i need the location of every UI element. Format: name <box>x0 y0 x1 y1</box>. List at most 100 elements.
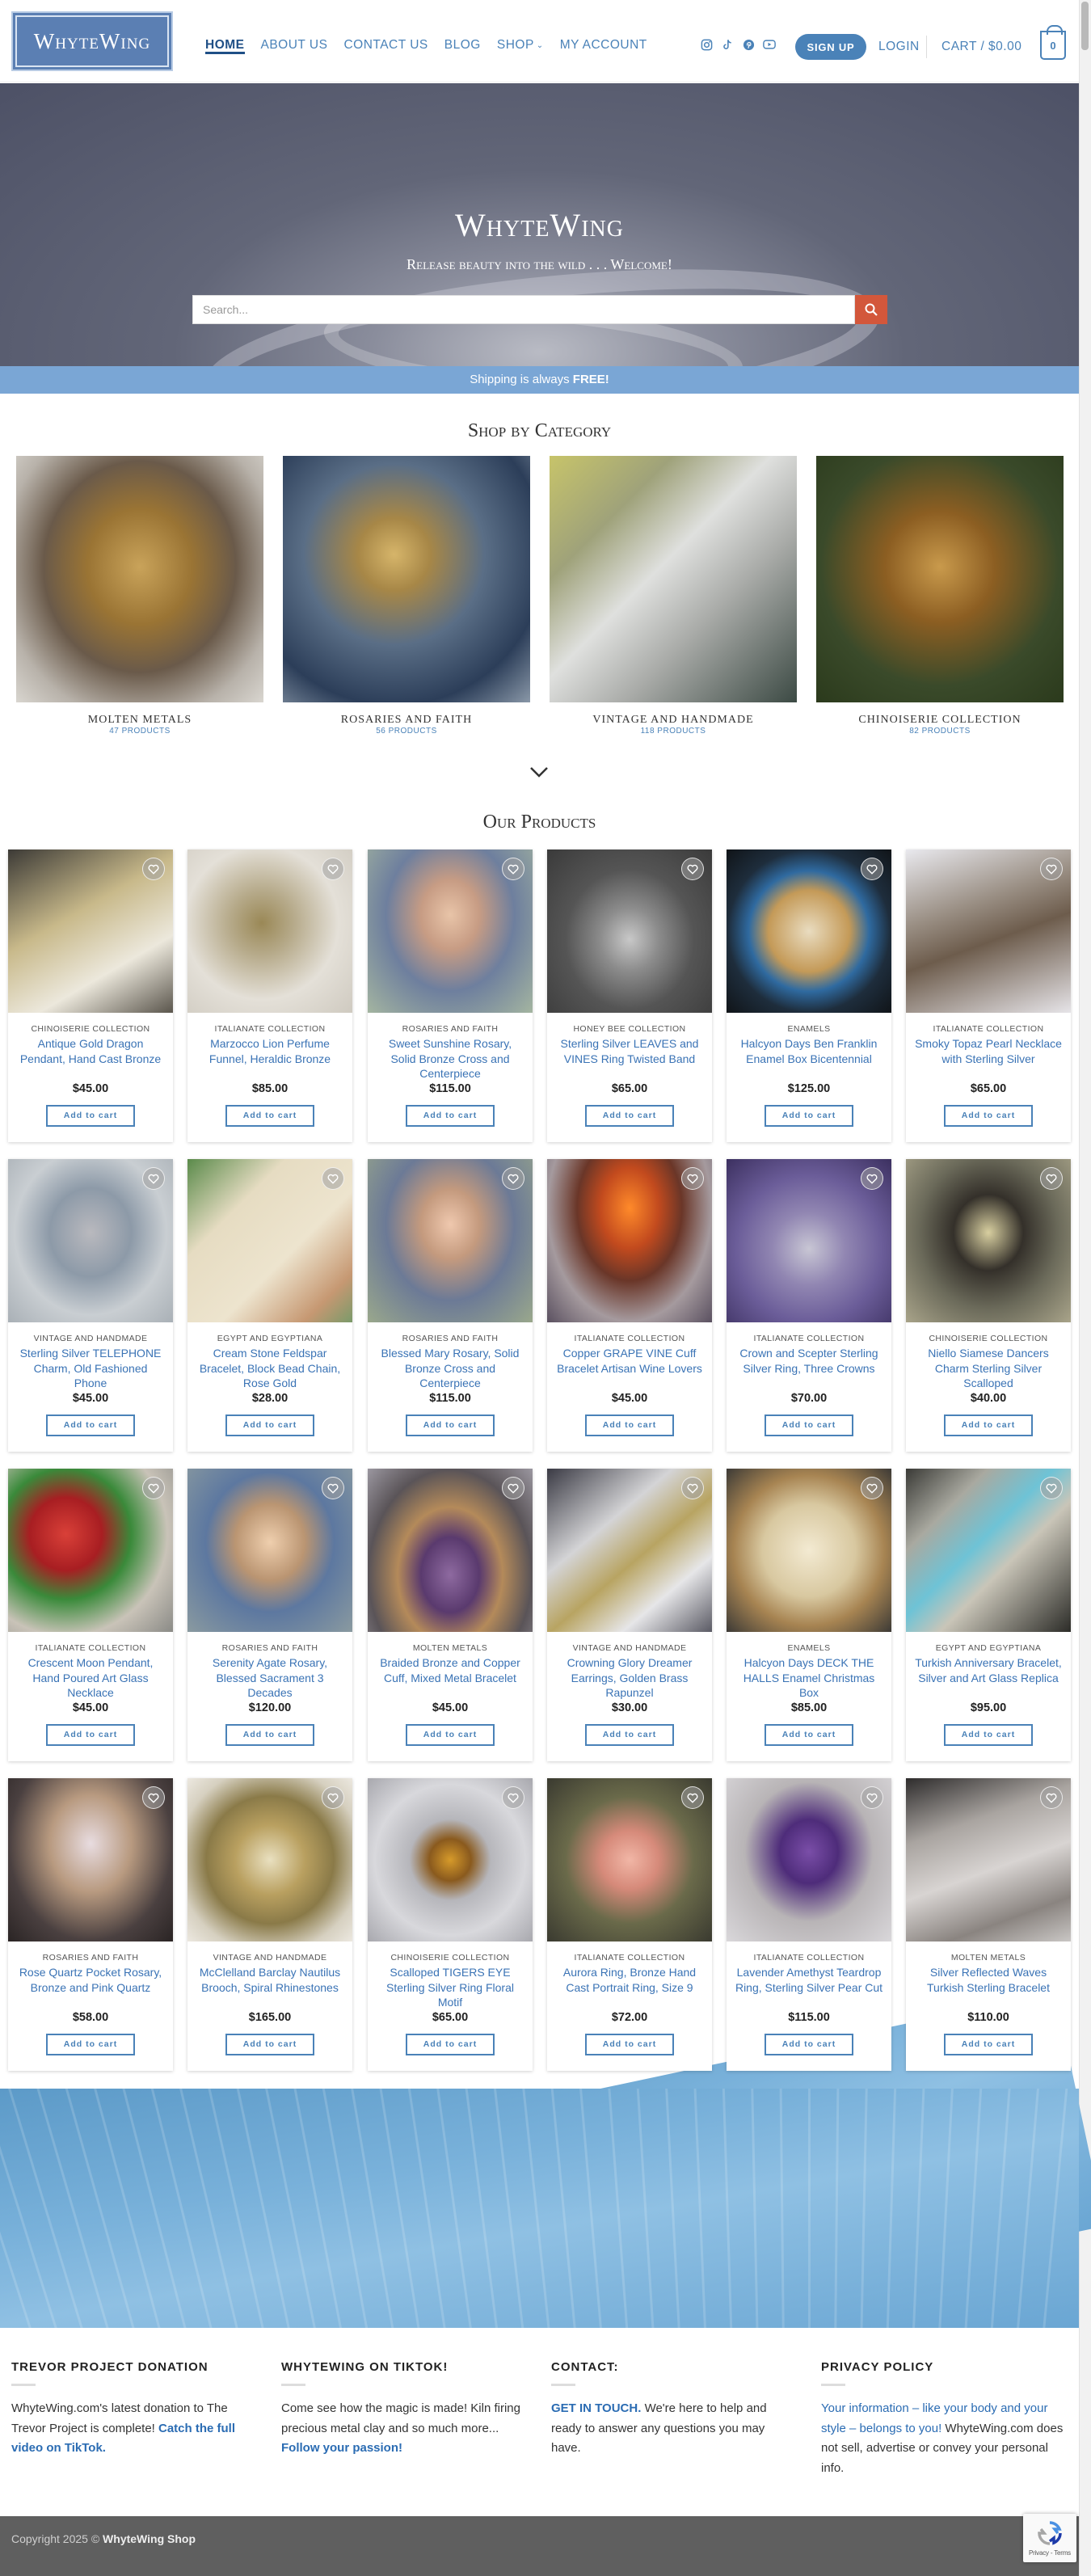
product-image[interactable] <box>727 1469 891 1632</box>
product-category[interactable]: Enamels <box>727 1024 891 1034</box>
product-name-link[interactable]: Aurora Ring, Bronze Hand Cast Portrait R… <box>555 1965 704 2010</box>
product-image[interactable] <box>8 850 173 1013</box>
product-name-link[interactable]: Lavender Amethyst Teardrop Ring, Sterlin… <box>735 1965 883 2010</box>
product-category[interactable]: Molten Metals <box>368 1643 533 1653</box>
category-image[interactable] <box>283 456 530 702</box>
nav-shop[interactable]: Shop ⌄ <box>497 38 544 54</box>
wishlist-heart-icon[interactable] <box>681 1477 704 1499</box>
product-image[interactable] <box>727 850 891 1013</box>
copyright-brand-link[interactable]: WhyteWing Shop <box>103 2532 196 2545</box>
add-to-cart-button[interactable]: Add to cart <box>46 1724 135 1746</box>
cart-link[interactable]: Cart / $0.00 <box>941 40 1021 54</box>
product-image[interactable] <box>187 850 352 1013</box>
wishlist-heart-icon[interactable] <box>322 858 344 880</box>
product-image[interactable] <box>547 1469 712 1632</box>
add-to-cart-button[interactable]: Add to cart <box>944 1724 1033 1746</box>
tiktok-icon[interactable] <box>721 38 734 51</box>
wishlist-heart-icon[interactable] <box>681 1167 704 1190</box>
product-card[interactable]: Vintage and Handmade McClelland Barclay N… <box>187 1778 352 2071</box>
product-image[interactable] <box>8 1469 173 1632</box>
category-card[interactable]: Chinoiserie Collection 82 Products <box>816 456 1064 736</box>
product-image[interactable] <box>906 1778 1071 1941</box>
product-image[interactable] <box>368 1159 533 1322</box>
product-category[interactable]: Chinoiserie Collection <box>8 1024 173 1034</box>
add-to-cart-button[interactable]: Add to cart <box>406 2034 495 2055</box>
product-name-link[interactable]: Halcyon Days Ben Franklin Enamel Box Bic… <box>735 1036 883 1081</box>
product-card[interactable]: Italianate Collection Smoky Topaz Pearl N… <box>906 850 1071 1142</box>
add-to-cart-button[interactable]: Add to cart <box>225 1724 314 1746</box>
product-name-link[interactable]: Smoky Topaz Pearl Necklace with Sterling… <box>914 1036 1063 1081</box>
login-link[interactable]: Login <box>878 40 920 54</box>
category-image[interactable] <box>16 456 263 702</box>
product-card[interactable]: Italianate Collection Marzocco Lion Perfu… <box>187 850 352 1142</box>
product-name-link[interactable]: Halcyon Days DECK THE HALLS Enamel Chris… <box>735 1655 883 1701</box>
category-card[interactable]: Vintage and Handmade 118 Products <box>550 456 797 736</box>
product-category[interactable]: Vintage and Handmade <box>8 1334 173 1343</box>
wishlist-heart-icon[interactable] <box>502 858 524 880</box>
product-card[interactable]: Italianate Collection Crescent Moon Penda… <box>8 1469 173 1761</box>
wishlist-heart-icon[interactable] <box>502 1786 524 1809</box>
product-image[interactable] <box>906 850 1071 1013</box>
product-category[interactable]: Italianate Collection <box>727 1953 891 1963</box>
nav-home[interactable]: Home <box>205 38 245 54</box>
add-to-cart-button[interactable]: Add to cart <box>585 1105 674 1127</box>
product-category[interactable]: Italianate Collection <box>547 1334 712 1343</box>
product-category[interactable]: Italianate Collection <box>547 1953 712 1963</box>
product-name-link[interactable]: Copper GRAPE VINE Cuff Bracelet Artisan … <box>555 1346 704 1391</box>
wishlist-heart-icon[interactable] <box>861 1786 883 1809</box>
product-image[interactable] <box>547 1778 712 1941</box>
product-image[interactable] <box>368 1469 533 1632</box>
wishlist-heart-icon[interactable] <box>861 858 883 880</box>
product-name-link[interactable]: Turkish Anniversary Bracelet, Silver and… <box>914 1655 1063 1701</box>
chevron-down-icon[interactable] <box>527 760 551 784</box>
product-image[interactable] <box>906 1469 1071 1632</box>
product-image[interactable] <box>187 1159 352 1322</box>
product-category[interactable]: Italianate Collection <box>8 1643 173 1653</box>
add-to-cart-button[interactable]: Add to cart <box>406 1414 495 1436</box>
wishlist-heart-icon[interactable] <box>502 1167 524 1190</box>
wishlist-heart-icon[interactable] <box>142 1477 165 1499</box>
category-card[interactable]: Molten Metals 47 Products <box>16 456 263 736</box>
nav-about-us[interactable]: About Us <box>261 38 328 54</box>
product-category[interactable]: Vintage and Handmade <box>547 1643 712 1653</box>
product-image[interactable] <box>8 1159 173 1322</box>
wishlist-heart-icon[interactable] <box>861 1477 883 1499</box>
product-image[interactable] <box>368 850 533 1013</box>
product-category[interactable]: Egypt and Egyptiana <box>187 1334 352 1343</box>
product-card[interactable]: Molten Metals Silver Reflected Waves Turk… <box>906 1778 1071 2071</box>
add-to-cart-button[interactable]: Add to cart <box>585 1724 674 1746</box>
product-category[interactable]: Chinoiserie Collection <box>368 1953 533 1963</box>
product-card[interactable]: Honey Bee Collection Sterling Silver LEAV… <box>547 850 712 1142</box>
product-category[interactable]: Rosaries and Faith <box>368 1024 533 1034</box>
product-card[interactable]: Italianate Collection Crown and Scepter S… <box>727 1159 891 1452</box>
product-category[interactable]: Egypt and Egyptiana <box>906 1643 1071 1653</box>
wishlist-heart-icon[interactable] <box>861 1167 883 1190</box>
product-name-link[interactable]: Crown and Scepter Sterling Silver Ring, … <box>735 1346 883 1391</box>
product-card[interactable]: Vintage and Handmade Crowning Glory Dream… <box>547 1469 712 1761</box>
product-category[interactable]: Rosaries and Faith <box>187 1643 352 1653</box>
product-card[interactable]: Vintage and Handmade Sterling Silver TELE… <box>8 1159 173 1452</box>
product-image[interactable] <box>8 1778 173 1941</box>
wishlist-heart-icon[interactable] <box>322 1167 344 1190</box>
pinterest-icon[interactable] <box>742 38 755 51</box>
add-to-cart-button[interactable]: Add to cart <box>225 1414 314 1436</box>
wishlist-heart-icon[interactable] <box>322 1477 344 1499</box>
add-to-cart-button[interactable]: Add to cart <box>585 2034 674 2055</box>
product-image[interactable] <box>547 1159 712 1322</box>
footer-link[interactable]: Follow your passion! <box>281 2441 402 2455</box>
product-name-link[interactable]: Silver Reflected Waves Turkish Sterling … <box>914 1965 1063 2010</box>
youtube-icon[interactable] <box>763 38 776 51</box>
product-card[interactable]: Italianate Collection Aurora Ring, Bronze… <box>547 1778 712 2071</box>
wishlist-heart-icon[interactable] <box>1040 1477 1063 1499</box>
category-card[interactable]: Rosaries and Faith 56 Products <box>283 456 530 736</box>
add-to-cart-button[interactable]: Add to cart <box>46 2034 135 2055</box>
product-name-link[interactable]: Serenity Agate Rosary, Blessed Sacrament… <box>196 1655 344 1701</box>
nav-my-account[interactable]: My Account <box>560 38 647 54</box>
product-name-link[interactable]: Braided Bronze and Copper Cuff, Mixed Me… <box>376 1655 524 1701</box>
product-name-link[interactable]: Sterling Silver TELEPHONE Charm, Old Fas… <box>16 1346 165 1391</box>
product-name-link[interactable]: Rose Quartz Pocket Rosary, Bronze and Pi… <box>16 1965 165 2010</box>
add-to-cart-button[interactable]: Add to cart <box>765 1724 853 1746</box>
product-category[interactable]: Italianate Collection <box>906 1024 1071 1034</box>
add-to-cart-button[interactable]: Add to cart <box>225 2034 314 2055</box>
footer-link[interactable]: GET IN TOUCH. <box>551 2401 641 2415</box>
